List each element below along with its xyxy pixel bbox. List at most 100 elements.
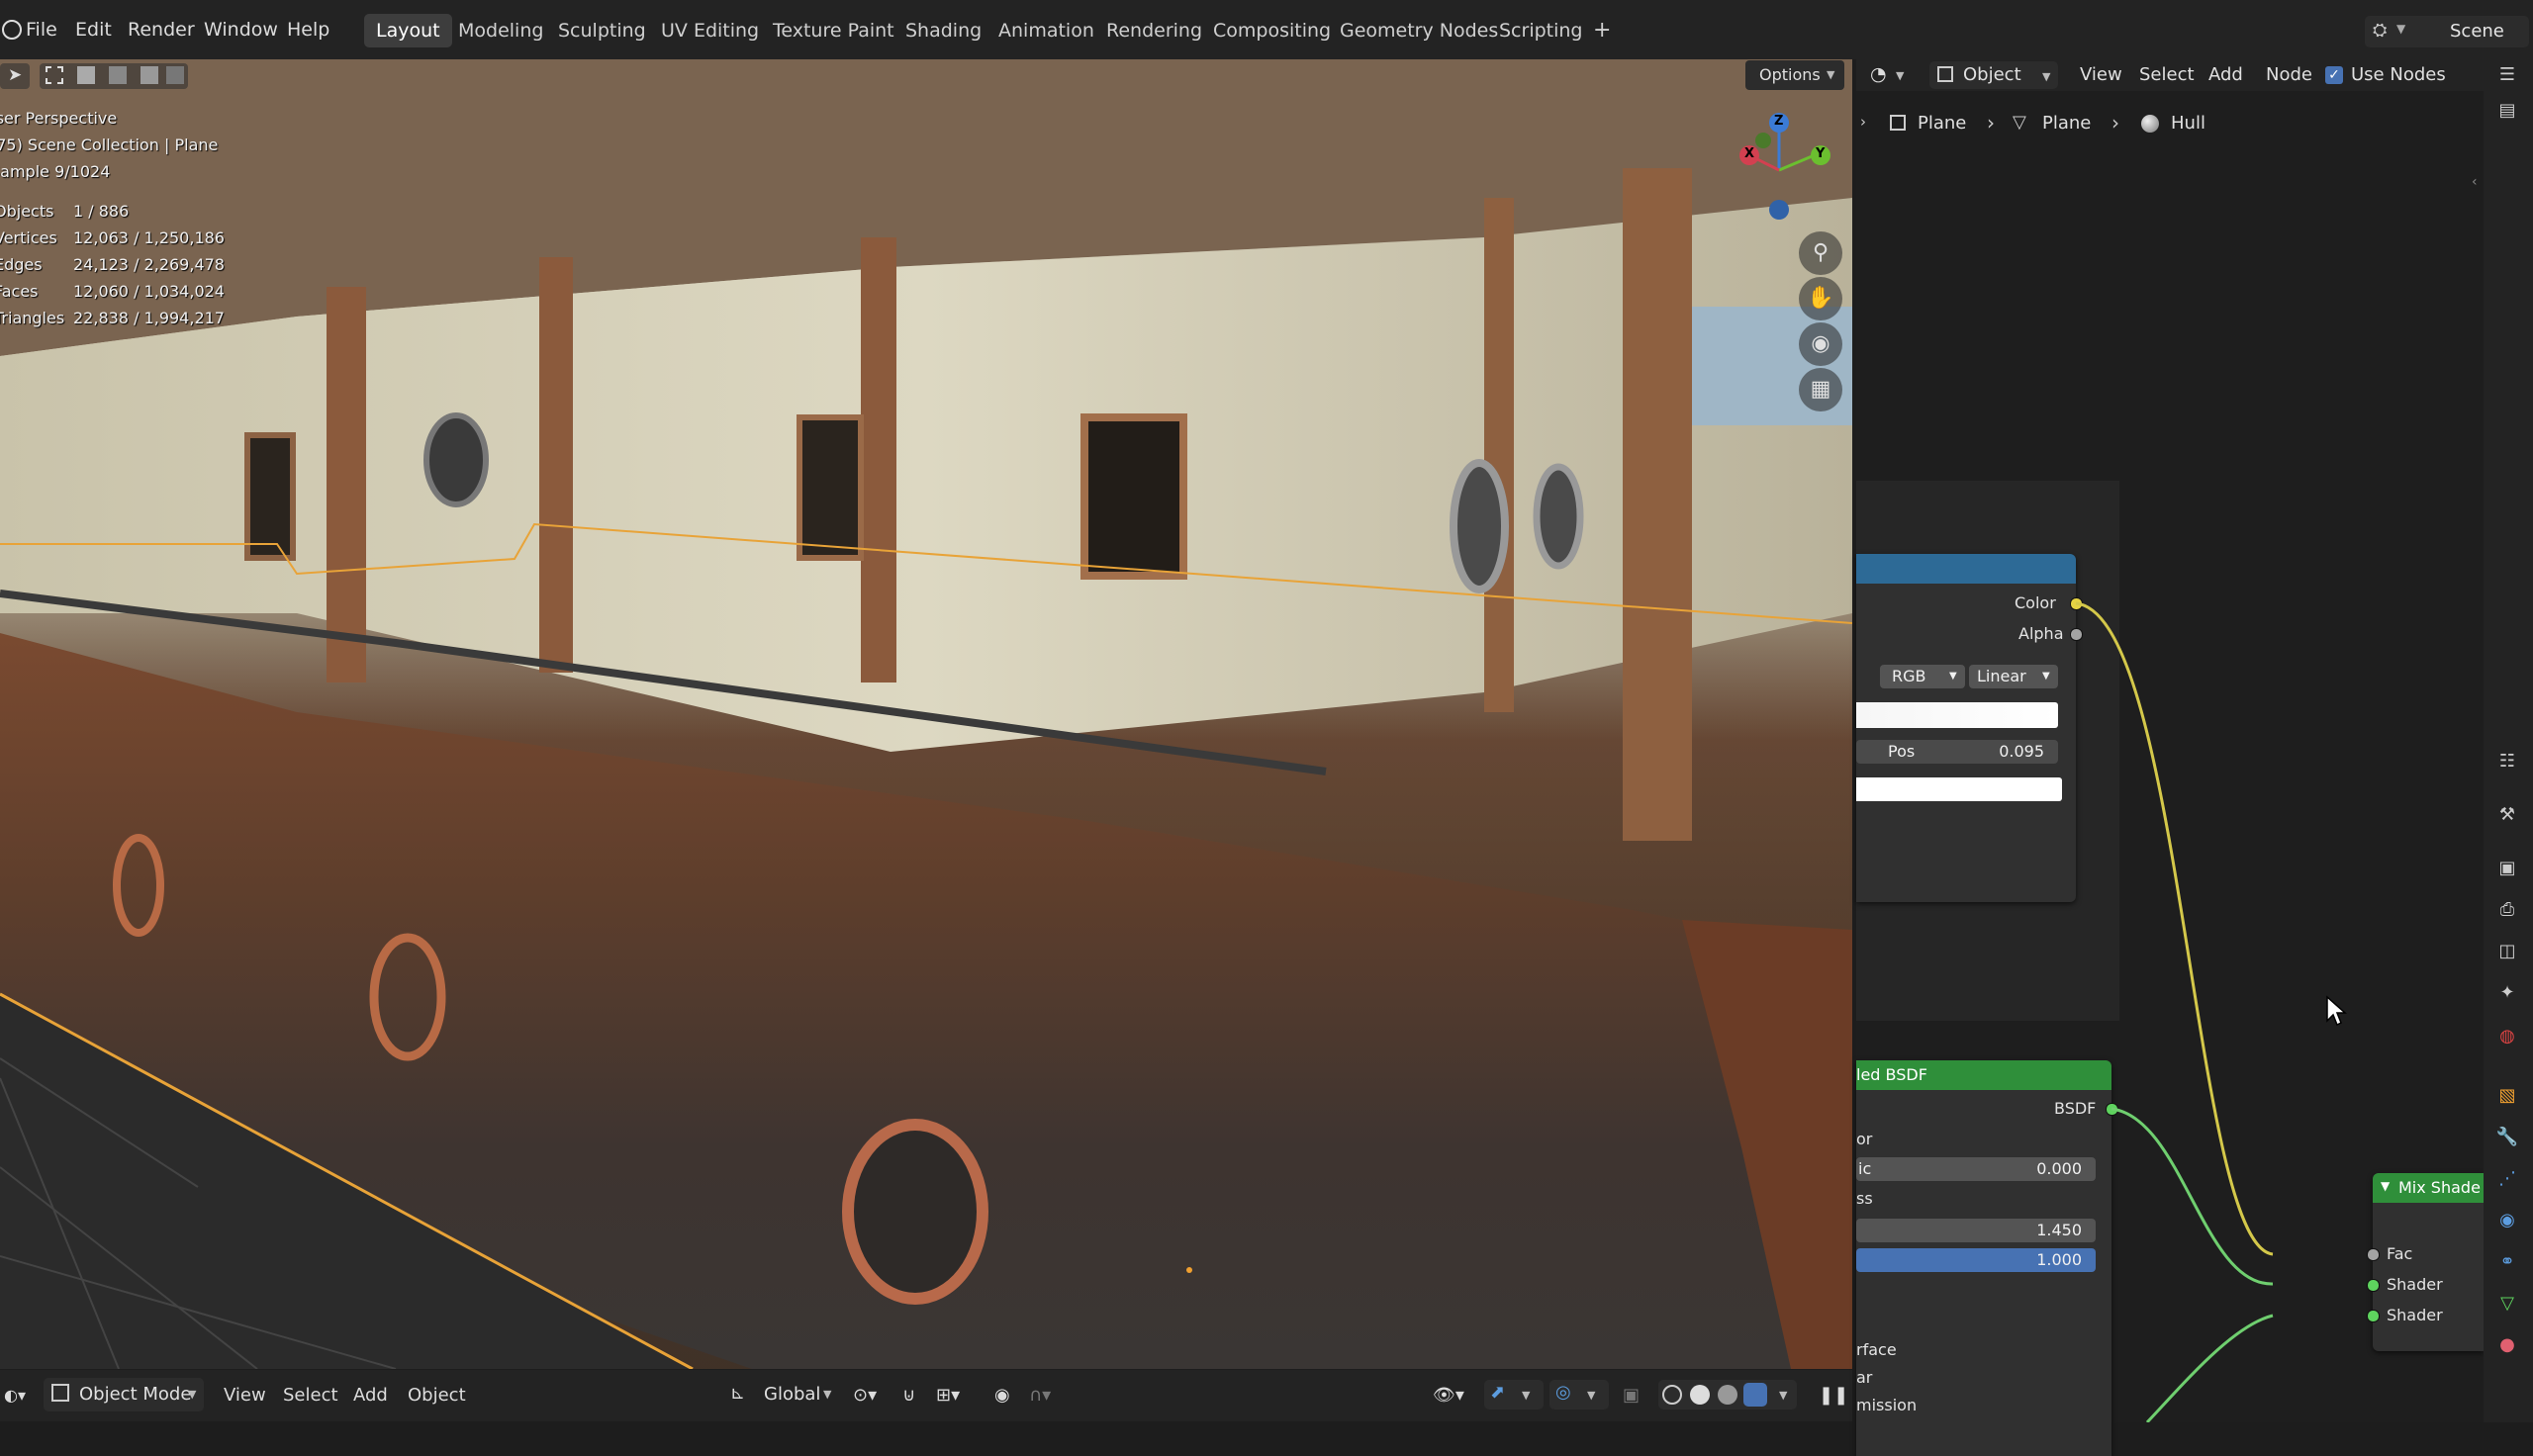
tab-layout[interactable]: Layout <box>364 14 452 47</box>
xray-toggle-icon[interactable]: ▣ <box>1623 1370 1640 1421</box>
mix-shader-header[interactable]: ▼ Mix Shade <box>2373 1173 2484 1203</box>
render-properties-icon[interactable]: ▣ <box>2495 857 2519 880</box>
menu-help[interactable]: Help <box>287 0 329 59</box>
chevron-down-icon: ▼ <box>1827 68 1835 81</box>
proportional-falloff-icon[interactable]: ∩▾ <box>1029 1370 1051 1421</box>
filter-icon[interactable]: ▤ <box>2495 99 2519 123</box>
gizmo-z-label: Z <box>1774 114 1784 129</box>
tab-rendering[interactable]: Rendering <box>1094 14 1214 47</box>
ortho-grid-icon[interactable]: ▦ <box>1799 368 1842 411</box>
chevron-down-icon: ▼ <box>2396 22 2406 36</box>
stat-value: 12,060 / 1,034,024 <box>73 282 225 301</box>
menu-edit[interactable]: Edit <box>75 0 112 59</box>
menu-window[interactable]: Window <box>204 0 278 59</box>
output-properties-icon[interactable]: ⎙ <box>2495 898 2519 922</box>
options-dropdown[interactable]: Options ▼ <box>1745 60 1844 90</box>
outliner-icon[interactable]: ☰ <box>2495 63 2519 87</box>
scene-properties-icon[interactable]: ✦ <box>2495 981 2519 1005</box>
object-properties-icon[interactable]: ▧ <box>2495 1084 2519 1108</box>
tab-scripting[interactable]: Scripting <box>1487 14 1595 47</box>
mix-shader-node[interactable]: ▼ Mix Shade Fac Shader Shader <box>2367 1173 2484 1351</box>
tab-shading[interactable]: Shading <box>893 14 993 47</box>
tab-uv-editing[interactable]: UV Editing <box>649 14 771 47</box>
mix-shader-title: Mix Shade <box>2398 1178 2481 1197</box>
object-mode-dropdown[interactable]: Object Mode ▼ <box>44 1378 204 1411</box>
menu-view[interactable]: View <box>224 1370 266 1421</box>
material-properties-icon[interactable]: ● <box>2495 1333 2519 1357</box>
menu-render[interactable]: Render <box>128 0 195 59</box>
particles-properties-icon[interactable]: ⋰ <box>2495 1167 2519 1191</box>
pivot-point-icon[interactable]: ⊙▾ <box>853 1370 877 1421</box>
tab-texture-paint[interactable]: Texture Paint <box>761 14 906 47</box>
selection-mode-group[interactable] <box>40 63 188 89</box>
snap-target-icon[interactable]: ⊞▾ <box>936 1370 960 1421</box>
rendered-shading-icon[interactable] <box>1743 1383 1767 1407</box>
stat-value: 12,063 / 1,250,186 <box>73 228 225 247</box>
wireframe-shading-icon[interactable] <box>1662 1385 1682 1405</box>
render-sample: Sample 9/1024 <box>0 162 111 181</box>
collapse-chevron-icon[interactable]: ▼ <box>2381 1179 2390 1193</box>
region-toggle-arrow-icon[interactable]: ‹ <box>2472 174 2478 190</box>
select-subtract-icon[interactable] <box>109 66 127 84</box>
chevron-down-icon: ▼ <box>188 1388 197 1401</box>
data-properties-icon[interactable]: ▽ <box>2495 1292 2519 1316</box>
overlays-icon: ◎ <box>1555 1382 1571 1403</box>
cursor-icon: ➤ <box>8 65 23 85</box>
tool-select-box[interactable]: ➤ <box>0 63 30 89</box>
select-intersect-icon[interactable] <box>166 66 184 84</box>
menu-add[interactable]: Add <box>353 1370 388 1421</box>
tab-compositing[interactable]: Compositing <box>1201 14 1343 47</box>
select-invert-icon[interactable] <box>141 66 158 84</box>
navigation-gizmo[interactable]: Z Y X <box>1722 111 1840 229</box>
add-workspace-button[interactable]: + <box>1581 14 1623 47</box>
select-extend-icon[interactable] <box>77 66 95 84</box>
input-fac-label: Fac <box>2387 1244 2413 1263</box>
tab-modeling[interactable]: Modeling <box>446 14 555 47</box>
editor-type-icon[interactable]: ◐▾ <box>4 1370 26 1421</box>
tool-settings-icon[interactable]: ⚒ <box>2495 803 2519 827</box>
input-shader-socket[interactable] <box>2367 1279 2380 1292</box>
pause-render-icon[interactable]: ❚❚ <box>1819 1370 1848 1421</box>
blender-logo-icon[interactable] <box>2 20 22 40</box>
physics-properties-icon[interactable]: ◉ <box>2495 1209 2519 1232</box>
solid-shading-icon[interactable] <box>1690 1385 1710 1405</box>
input-shader-label: Shader <box>2387 1306 2443 1324</box>
input-shader-label: Shader <box>2387 1275 2443 1294</box>
stat-value: 1 / 886 <box>73 202 130 221</box>
tab-sculpting[interactable]: Sculpting <box>546 14 658 47</box>
input-fac-socket[interactable] <box>2367 1248 2380 1261</box>
object-mode-icon <box>51 1384 69 1402</box>
visibility-icon[interactable]: 👁▾ <box>1433 1370 1464 1421</box>
render-image <box>0 59 1852 1369</box>
shader-node-editor[interactable]: ◔ ▼ Object ▼ View Select Add Node ✓ Use … <box>1856 59 2484 1456</box>
modifier-properties-icon[interactable]: 🔧 <box>2495 1126 2519 1149</box>
gizmo-y-label: Y <box>1816 146 1826 161</box>
view-layer-icon[interactable]: ◫ <box>2495 940 2519 963</box>
tab-geometry-nodes[interactable]: Geometry Nodes <box>1328 14 1510 47</box>
shading-mode-group[interactable]: ▼ <box>1658 1380 1797 1410</box>
material-shading-icon[interactable] <box>1718 1385 1737 1405</box>
constraints-properties-icon[interactable]: ⚭ <box>2495 1250 2519 1274</box>
camera-view-icon[interactable]: ◉ <box>1799 322 1842 366</box>
gizmo-toggle[interactable]: ⬈ ▼ <box>1484 1380 1544 1410</box>
menu-file[interactable]: File <box>26 0 57 59</box>
pan-hand-icon[interactable]: ✋ <box>1799 277 1842 320</box>
options-label: Options <box>1759 65 1821 84</box>
menu-select[interactable]: Select <box>283 1370 338 1421</box>
input-shader-socket[interactable] <box>2367 1310 2380 1322</box>
zoom-icon[interactable]: ⚲ <box>1799 231 1842 275</box>
world-properties-icon[interactable]: ◍ <box>2495 1025 2519 1048</box>
tab-animation[interactable]: Animation <box>986 14 1106 47</box>
snap-magnet-icon[interactable]: ⊍ <box>902 1370 915 1421</box>
proportional-editing-icon[interactable]: ◉ <box>994 1370 1010 1421</box>
3d-viewport[interactable]: ➤ Options ▼ User Perspective (75) Scene … <box>0 59 1852 1369</box>
select-new-icon[interactable] <box>46 66 63 84</box>
chevron-down-icon: ▼ <box>823 1388 832 1401</box>
menu-object[interactable]: Object <box>408 1370 466 1421</box>
object-mode-label: Object Mode <box>79 1384 192 1405</box>
top-bar: File Edit Render Window Help Layout Mode… <box>0 0 2533 59</box>
properties-editor-icon[interactable]: ☷ <box>2495 750 2519 774</box>
scene-selector[interactable]: ⛭ ▼ Scene <box>2365 16 2529 47</box>
overlays-toggle[interactable]: ◎ ▼ <box>1549 1380 1609 1410</box>
transform-orientation-dropdown[interactable]: ⊾ Global ▼ <box>726 1378 841 1411</box>
